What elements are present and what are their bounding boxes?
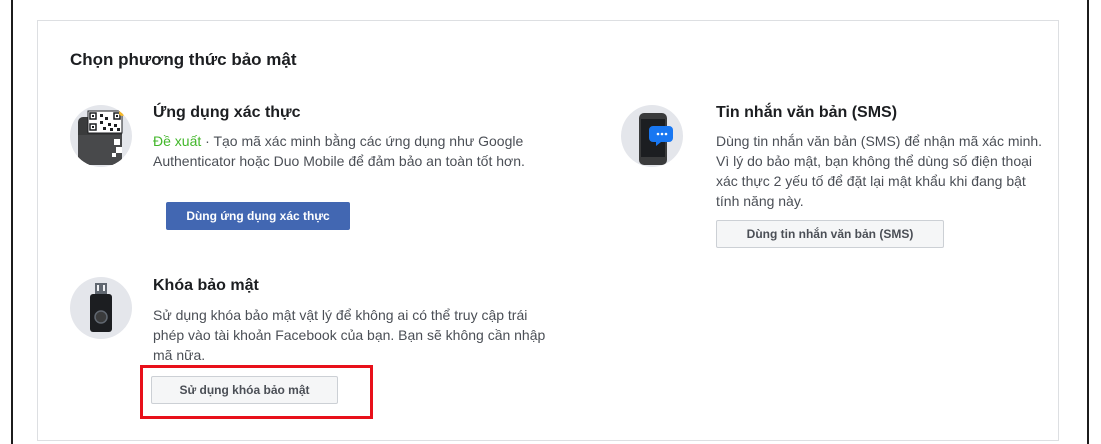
sms-phone-icon	[621, 105, 683, 167]
recommended-label: Đề xuất	[153, 133, 202, 149]
separator-dot: ·	[201, 133, 214, 149]
sms-description: Dùng tin nhắn văn bản (SMS) để nhận mã x…	[716, 133, 1043, 209]
section-title: Chọn phương thức bảo mật	[70, 50, 297, 69]
use-auth-app-button[interactable]: Dùng ứng dụng xác thực	[166, 202, 350, 230]
security-key-description: Sử dụng khóa bảo mật vật lý để không ai …	[153, 307, 546, 363]
page: Chọn phương thức bảo mật Ứng dụng xác th…	[0, 0, 1101, 444]
use-sms-button[interactable]: Dùng tin nhắn văn bản (SMS)	[716, 220, 944, 248]
usb-key-icon	[70, 277, 132, 339]
auth-app-title: Ứng dụng xác thực	[153, 104, 301, 121]
qr-phone-icon	[70, 105, 132, 167]
sms-title: Tin nhắn văn bản (SMS)	[716, 104, 898, 121]
use-security-key-button[interactable]: Sử dụng khóa bảo mật	[151, 376, 338, 404]
security-key-title: Khóa bảo mật	[153, 277, 259, 294]
auth-app-description: Đề xuất · Tạo mã xác minh bằng các ứng d…	[153, 131, 553, 171]
